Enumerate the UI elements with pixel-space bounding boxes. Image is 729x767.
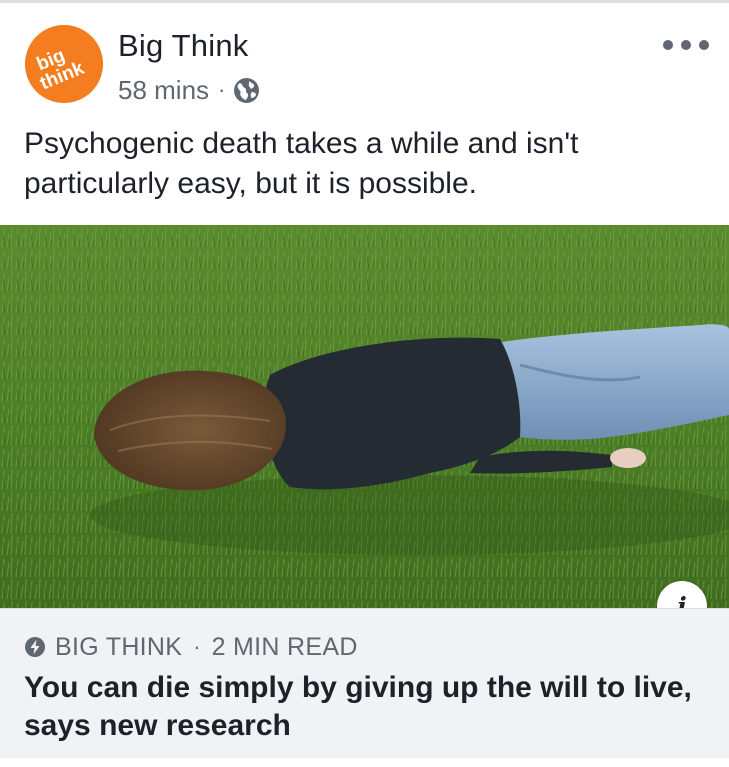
link-source-name: BIG THINK <box>55 632 183 661</box>
more-options-button[interactable] <box>663 33 709 57</box>
meta-separator: · <box>218 77 226 102</box>
post-meta: 58 mins · <box>118 73 260 107</box>
bottom-spacer <box>0 758 729 767</box>
link-preview-card[interactable]: BIG THINK · 2 MIN READ You can die simpl… <box>0 608 729 759</box>
post-timestamp[interactable]: 58 mins <box>118 75 209 106</box>
ellipsis-icon-dot <box>681 40 691 50</box>
link-source-separator: · <box>193 634 201 659</box>
link-source-row: BIG THINK · 2 MIN READ <box>24 631 358 663</box>
page-name-link[interactable]: Big Think <box>118 28 248 64</box>
ellipsis-icon-dot <box>663 40 673 50</box>
article-photo[interactable] <box>0 225 729 608</box>
source-badge-icon <box>24 636 46 658</box>
page-avatar[interactable]: big think <box>25 25 103 103</box>
post-message: Psychogenic death takes a while and isn'… <box>24 127 579 200</box>
post-header: big think Big Think 58 mins · <box>0 3 729 113</box>
link-read-time: 2 MIN READ <box>211 632 358 661</box>
link-headline[interactable]: You can die simply by giving up the will… <box>24 669 714 745</box>
ellipsis-icon-dot <box>699 40 709 50</box>
globe-icon[interactable] <box>233 77 260 104</box>
